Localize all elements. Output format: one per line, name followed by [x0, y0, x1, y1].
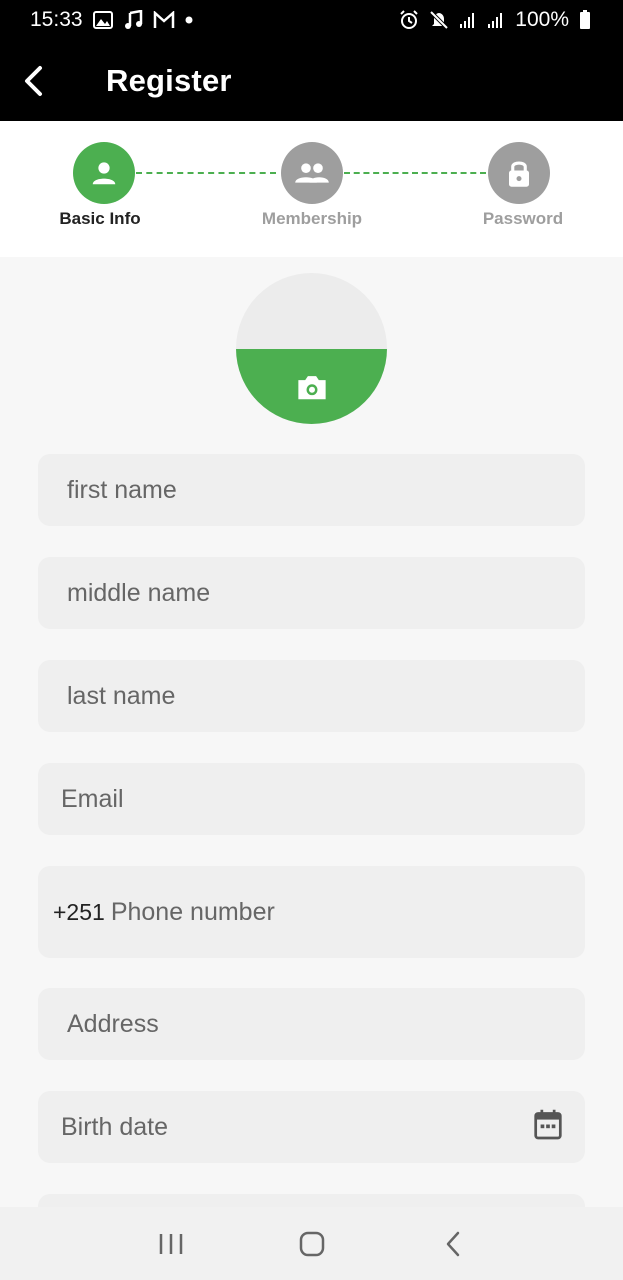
home-icon: [299, 1231, 324, 1256]
lock-icon: [509, 161, 529, 187]
step-membership[interactable]: [281, 142, 343, 204]
app-bar: Register: [0, 40, 623, 121]
step-connector: [136, 172, 276, 174]
first-name-field[interactable]: [38, 454, 585, 526]
status-right: 100%: [399, 8, 591, 32]
back-chevron-icon: [446, 1231, 459, 1256]
status-time: 15:33: [30, 8, 83, 31]
status-left: 15:33: [30, 8, 193, 32]
alarm-icon: [399, 10, 419, 30]
camera-button[interactable]: [236, 349, 387, 424]
system-nav-bar: [0, 1207, 623, 1280]
battery-icon: [579, 10, 591, 30]
phone-input[interactable]: [110, 866, 585, 958]
status-bar: 15:33 100%: [0, 0, 623, 40]
page-title: Register: [106, 62, 232, 98]
email-field[interactable]: [38, 763, 585, 835]
profile-photo-picker[interactable]: [236, 273, 387, 424]
person-icon: [92, 162, 116, 185]
gallery-icon: [92, 11, 113, 29]
step-basic-info[interactable]: [73, 142, 135, 204]
step-label: Basic Info: [59, 209, 141, 228]
address-field[interactable]: [38, 988, 585, 1060]
phone-field[interactable]: +251: [38, 866, 585, 958]
gmail-icon: [153, 11, 175, 29]
middle-name-field[interactable]: [38, 557, 585, 629]
birth-date-field[interactable]: [38, 1091, 585, 1163]
calendar-icon[interactable]: [533, 1109, 563, 1146]
group-icon: [295, 163, 329, 183]
signal-icon: [459, 11, 477, 29]
recent-apps-icon: [159, 1233, 182, 1254]
music-icon: [123, 10, 143, 30]
first-name-input[interactable]: [67, 454, 585, 526]
mute-icon: [429, 10, 449, 30]
arrow-back-icon: [25, 65, 42, 96]
registration-stepper: Basic Info Membership Password: [0, 121, 623, 257]
address-input[interactable]: [67, 988, 585, 1060]
battery-percent: 100%: [515, 8, 569, 31]
signal-icon: [487, 11, 505, 29]
last-name-input[interactable]: [67, 660, 585, 732]
recent-apps-button[interactable]: [141, 1214, 201, 1274]
last-name-field[interactable]: [38, 660, 585, 732]
middle-name-input[interactable]: [67, 557, 585, 629]
camera-icon: [297, 375, 326, 399]
home-button[interactable]: [282, 1214, 342, 1274]
step-label: Password: [482, 209, 564, 228]
birth-date-input[interactable]: [61, 1091, 515, 1163]
email-input[interactable]: [61, 763, 585, 835]
system-back-button[interactable]: [423, 1214, 483, 1274]
country-code-prefix: +251: [53, 898, 105, 925]
back-button[interactable]: [0, 40, 68, 121]
step-password[interactable]: [488, 142, 550, 204]
dot-icon: [185, 16, 193, 24]
step-label: Membership: [261, 209, 363, 228]
step-connector: [344, 172, 486, 174]
